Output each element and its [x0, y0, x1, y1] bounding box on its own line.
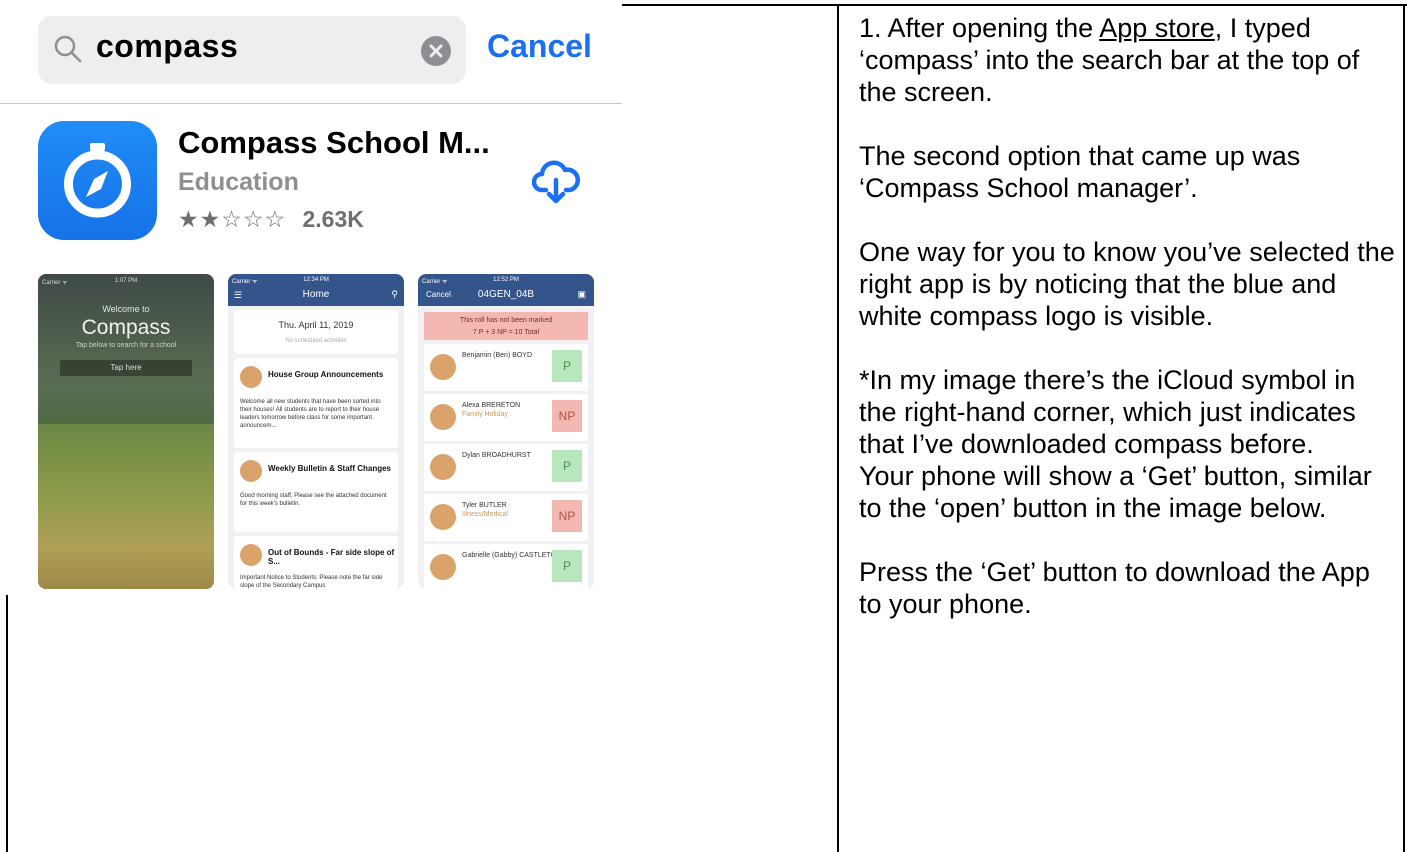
status-time: 12:34 PM — [303, 277, 329, 283]
status-time: 1:07 PM — [114, 278, 138, 284]
instruction-paragraph: The second option that came up was ‘Comp… — [859, 141, 1301, 203]
date-card: Thu. April 11, 2019 No scheduled activit… — [234, 310, 398, 354]
avatar — [240, 544, 262, 566]
app-screenshot-roll[interactable]: Carrier ᯤ 12:52 PM Cancel 04GEN_04B ▣ Th… — [418, 274, 594, 589]
status-badge: P — [552, 550, 582, 582]
compass-logo-icon — [64, 143, 131, 218]
app-store-link[interactable]: App store — [1099, 13, 1215, 43]
avatar — [240, 366, 262, 388]
instruction-text: 1. After opening the — [859, 13, 1100, 43]
card-body: Good morning staff, Please see the attac… — [240, 493, 387, 507]
card-body: Welcome all new students that have been … — [240, 399, 381, 429]
avatar — [430, 504, 456, 530]
search-school-hint: Tap below to search for a school — [75, 342, 177, 349]
cancel-button[interactable]: Cancel — [487, 28, 592, 65]
roll-banner-line1: This roll has not been marked — [459, 317, 553, 324]
compass-app-icon[interactable] — [38, 121, 157, 240]
instruction-step-1: 1. After opening the App store, I typed … — [859, 12, 1399, 108]
status-badge: NP — [552, 400, 582, 432]
icloud-download-icon[interactable] — [532, 160, 580, 206]
card-title: Out of Bounds - Far side slope of S... — [268, 548, 395, 566]
student-name: Benjamin (Ben) BOYD — [462, 352, 533, 359]
app-screenshot-home[interactable]: Carrier ᯤ 12:34 PM ☰ Home ⚲ Thu. April 1… — [228, 274, 404, 589]
app-rating: ★★☆☆☆ 2.63K — [178, 206, 364, 233]
student-row: Gabrielle (Gabby) CASTLETON P — [424, 544, 588, 589]
student-row: Tyler BUTLER Illness/Medical NP — [424, 494, 588, 541]
app-name[interactable]: Compass School M... — [178, 125, 490, 161]
avatar — [430, 354, 456, 380]
student-name: Alexa BRERETON — [462, 402, 521, 409]
tap-here-button: Tap here — [60, 360, 192, 376]
student-row: Benjamin (Ben) BOYD P — [424, 344, 588, 391]
avatar — [430, 554, 456, 580]
rating-count: 2.63K — [302, 206, 364, 232]
roll-banner-line2: 7 P + 3 NP = 10 Total — [472, 329, 540, 336]
card-body: Important Notice to Students: Please not… — [240, 575, 383, 589]
status-badge: P — [552, 450, 582, 482]
app-category: Education — [178, 168, 299, 196]
table-border-left — [6, 595, 8, 852]
date-text: Thu. April 11, 2019 — [278, 320, 354, 330]
card-title: Weekly Bulletin & Staff Changes — [268, 464, 391, 473]
avatar — [430, 404, 456, 430]
student-name: Tyler BUTLER — [462, 502, 507, 509]
nav-bar: Carrier ᯤ 12:34 PM ☰ Home ⚲ — [228, 274, 404, 306]
student-name: Dylan BROADHURST — [462, 452, 531, 459]
search-query-text: compass — [96, 28, 239, 64]
instruction-paragraph: Your phone will show a ‘Get’ button, sim… — [859, 461, 1372, 523]
avatar — [240, 460, 262, 482]
table-border-top — [622, 4, 1407, 6]
announcement-card: House Group Announcements Welcome all ne… — [234, 358, 398, 448]
table-border-middle — [837, 4, 839, 852]
status-badge: P — [552, 350, 582, 382]
student-note: Family Holiday — [462, 411, 508, 418]
welcome-text: Welcome to — [102, 304, 150, 314]
roll-status-banner: This roll has not been marked 7 P + 3 NP… — [424, 312, 588, 340]
clear-search-icon[interactable] — [421, 36, 451, 66]
roll-title: 04GEN_04B — [477, 289, 535, 300]
instruction-note: *In my image there’s the iCloud symbol i… — [859, 365, 1356, 459]
announcement-card: Weekly Bulletin & Staff Changes Good mor… — [234, 452, 398, 532]
save-icon: ▣ — [577, 289, 586, 299]
close-icon — [429, 44, 443, 58]
app-screenshot-welcome[interactable]: Carrier ᯤ 1:07 PM Welcome to Compass Tap… — [38, 274, 214, 589]
instruction-paragraph: Press the ‘Get’ button to download the A… — [859, 557, 1370, 619]
compass-brand-text: Compass — [81, 316, 171, 339]
card-title: House Group Announcements — [268, 370, 384, 379]
student-note: Illness/Medical — [462, 511, 508, 518]
student-row: Dylan BROADHURST P — [424, 444, 588, 491]
search-icon: ⚲ — [391, 289, 398, 299]
search-icon — [54, 35, 82, 63]
student-row: Alexa BRERETON Family Holiday NP — [424, 394, 588, 441]
status-badge: NP — [552, 500, 582, 532]
avatar — [430, 454, 456, 480]
rating-stars: ★★☆☆☆ — [178, 206, 287, 232]
instruction-paragraph: One way for you to know you’ve selected … — [859, 237, 1395, 331]
instructions-text: 1. After opening the App store, I typed … — [859, 12, 1399, 652]
screen-title: Home — [302, 289, 330, 300]
no-activities-text: No scheduled activities — [285, 338, 347, 344]
table-border-right — [1403, 4, 1405, 852]
status-time: 12:52 PM — [493, 277, 519, 283]
divider — [0, 103, 622, 104]
announcement-card: Out of Bounds - Far side slope of S... I… — [234, 536, 398, 589]
nav-bar: Carrier ᯤ 12:52 PM Cancel 04GEN_04B ▣ — [418, 274, 594, 306]
landscape-image — [38, 424, 214, 589]
student-name: Gabrielle (Gabby) CASTLETON — [462, 552, 562, 559]
